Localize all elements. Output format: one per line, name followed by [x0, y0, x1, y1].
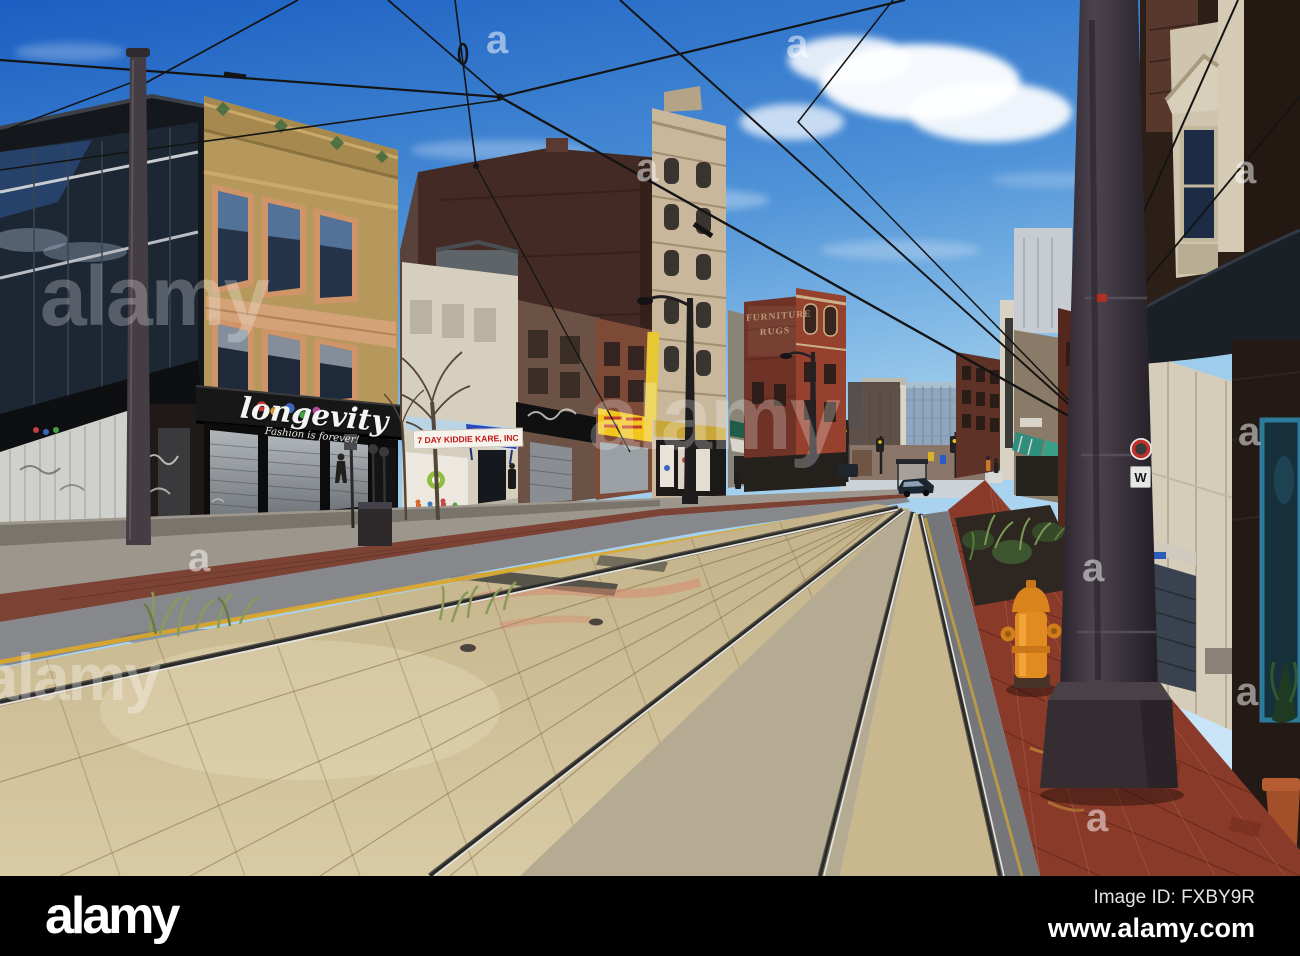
pay-kiosk — [358, 502, 392, 546]
rowhouses — [516, 300, 652, 508]
no-entry-sign — [1130, 438, 1152, 460]
longevity-building — [195, 96, 425, 527]
alamy-logo: alamy — [45, 887, 180, 945]
ghost-sign-building — [744, 288, 847, 492]
kiddie-kare-building — [402, 239, 520, 526]
image-id: Image ID: FXBY9R — [1093, 887, 1255, 909]
left-glass-building — [0, 93, 205, 548]
website-url: www.alamy.com — [1047, 913, 1255, 944]
street-scene — [0, 0, 1300, 876]
ghost-sign-tower — [795, 288, 847, 460]
watermark-footer-bar: alamy Image ID: FXBY9R www.alamy.com — [0, 876, 1300, 956]
street — [0, 489, 1040, 876]
stock-photo-frame: longevity Fashion is forever! 7 DAY KIDD… — [0, 0, 1300, 956]
